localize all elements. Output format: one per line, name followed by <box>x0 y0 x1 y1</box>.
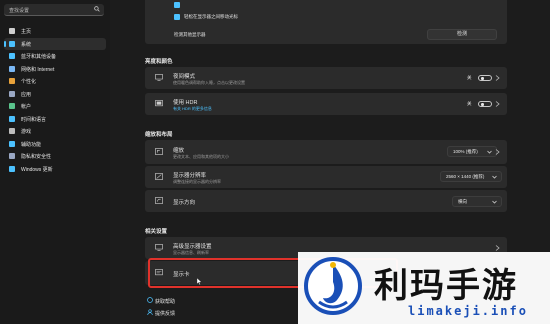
hdr-subtitle[interactable]: 有关 HDR 的更多信息 <box>173 106 212 112</box>
scale-subtitle: 更改文本、应用和其他项的大小 <box>173 154 229 159</box>
resolution-value: 2560 × 1440 (推荐) <box>446 174 485 179</box>
network-icon <box>9 65 15 72</box>
monitor-icon <box>155 244 163 251</box>
watermark-title: 利玛手游 <box>374 266 518 306</box>
sidebar-item-label: 帐户 <box>21 104 32 110</box>
sidebar-item-6[interactable]: 帐户 <box>4 100 106 112</box>
search-placeholder: 查找设置 <box>9 8 30 14</box>
scale-dropdown[interactable]: 100% (推荐) <box>447 146 497 157</box>
checkbox-move-cursor[interactable] <box>174 14 180 20</box>
home-icon <box>9 28 15 34</box>
sidebar-item-9[interactable]: 辅助功能 <box>4 138 106 150</box>
watermark-url: limakeji.info <box>408 304 528 318</box>
sidebar-item-label: 主页 <box>21 29 32 35</box>
bluetooth-icon <box>9 53 15 59</box>
hdr-icon <box>155 100 163 107</box>
section-title-scale: 缩放和布局 <box>145 132 173 138</box>
chevron-down-icon <box>492 200 497 204</box>
scale-title: 缩放 <box>173 148 185 154</box>
orientation-value: 横向 <box>458 199 467 204</box>
sidebar-item-7[interactable]: 时间和语言 <box>4 113 106 125</box>
section-title-brightness: 亮度和颜色 <box>145 59 173 65</box>
sidebar-item-3[interactable]: 网络和 Internet <box>4 63 106 75</box>
orientation-title: 显示方向 <box>173 200 196 206</box>
scale-icon <box>155 148 163 155</box>
sidebar-item-5[interactable]: 应用 <box>4 88 106 100</box>
sidebar-item-label: 网络和 Internet <box>21 66 55 73</box>
advanced-display-title: 高级显示器设置 <box>173 244 212 250</box>
section-title-related: 相关设置 <box>145 229 168 235</box>
sidebar-item-label: 时间和语言 <box>21 116 47 123</box>
night-light-row[interactable]: 夜间模式 使用暖色调帮助你入睡，点击以更改设置 关 <box>145 67 507 89</box>
time-language-icon <box>9 115 15 122</box>
search-icon[interactable] <box>94 6 100 12</box>
hdr-state: 关 <box>467 101 472 106</box>
apps-icon <box>9 90 15 97</box>
feedback-icon <box>147 309 153 315</box>
detect-button[interactable]: 检测 <box>427 29 497 40</box>
chevron-down-icon <box>487 150 492 154</box>
account-icon <box>9 103 15 109</box>
orientation-row: 显示方向 横向 <box>145 190 507 212</box>
hdr-row[interactable]: 使用 HDR 有关 HDR 的更多信息 关 <box>145 93 507 115</box>
sidebar-item-label: 隐私和安全性 <box>21 154 52 160</box>
chevron-right-icon <box>495 245 500 251</box>
sidebar-item-label: 游戏 <box>21 129 32 135</box>
multi-display-card: 轻松在显示器之间移动光标 检测其他显示器 检测 <box>145 0 507 44</box>
orientation-dropdown[interactable]: 横向 <box>452 196 502 207</box>
windows-update-icon <box>9 165 15 172</box>
system-icon <box>9 40 15 47</box>
night-light-icon <box>155 74 163 81</box>
give-feedback-link[interactable]: 提供反馈 <box>155 310 175 317</box>
chevron-right-icon <box>495 75 500 81</box>
sidebar-item-label: 系统 <box>21 41 32 48</box>
chevron-down-icon <box>492 175 497 179</box>
sidebar-item-label: 辅助功能 <box>21 141 42 148</box>
night-light-state: 关 <box>467 75 472 80</box>
detect-displays-label: 检测其他显示器 <box>174 32 206 37</box>
gaming-icon <box>9 128 15 134</box>
scale-value: 100% (推荐) <box>453 149 478 154</box>
resolution-row: 显示器分辨率 调整连接的显示器的分辨率 2560 × 1440 (推荐) <box>145 166 507 188</box>
move-cursor-label: 轻松在显示器之间移动光标 <box>184 14 238 19</box>
night-light-title: 夜间模式 <box>173 74 196 80</box>
night-light-subtitle: 使用暖色调帮助你入睡，点击以更改设置 <box>173 80 245 85</box>
chevron-right-icon[interactable] <box>495 149 500 155</box>
sidebar-item-label: 个性化 <box>21 79 37 85</box>
sidebar-item-4[interactable]: 个性化 <box>4 75 106 87</box>
advanced-display-subtitle: 显示器信息、刷新率 <box>173 250 209 255</box>
accessibility-icon <box>9 140 15 147</box>
brush-icon <box>9 78 15 84</box>
watermark-logo-icon <box>304 257 362 315</box>
sidebar-item-8[interactable]: 游戏 <box>4 125 106 137</box>
search-input[interactable]: 查找设置 <box>4 4 104 16</box>
hdr-title: 使用 HDR <box>173 100 198 106</box>
sidebar-item-label: 蓝牙和其他设备 <box>21 54 57 60</box>
sidebar: 查找设置 主页系统蓝牙和其他设备 网络和 Internet 个性化应用帐户时间和语言… <box>0 0 110 324</box>
get-help-link[interactable]: 获取帮助 <box>155 298 175 305</box>
sidebar-item-11[interactable]: Windows 更新 <box>4 163 106 175</box>
resolution-title: 显示器分辨率 <box>173 173 207 179</box>
scale-row: 缩放 更改文本、应用和其他项的大小 100% (推荐) <box>145 140 507 164</box>
night-light-toggle[interactable] <box>478 75 492 81</box>
resolution-icon <box>155 173 163 180</box>
hdr-toggle[interactable] <box>478 101 492 107</box>
help-icon <box>147 297 153 303</box>
sidebar-item-2[interactable]: 蓝牙和其他设备 <box>4 50 106 62</box>
sidebar-item-1[interactable]: 系统 <box>4 37 106 50</box>
resolution-subtitle: 调整连接的显示器的分辨率 <box>173 179 221 184</box>
sidebar-item-label: 应用 <box>21 91 32 98</box>
sidebar-item-0[interactable]: 主页 <box>4 25 106 37</box>
chevron-right-icon <box>495 101 500 107</box>
watermark-overlay: 利玛手游 limakeji.info <box>298 252 550 324</box>
checkbox-option1[interactable] <box>174 2 180 8</box>
resolution-dropdown[interactable]: 2560 × 1440 (推荐) <box>440 171 502 182</box>
sidebar-item-10[interactable]: 隐私和安全性 <box>4 150 106 162</box>
shield-icon <box>9 153 15 159</box>
orientation-icon <box>155 197 163 204</box>
sidebar-item-label: Windows 更新 <box>21 166 53 173</box>
